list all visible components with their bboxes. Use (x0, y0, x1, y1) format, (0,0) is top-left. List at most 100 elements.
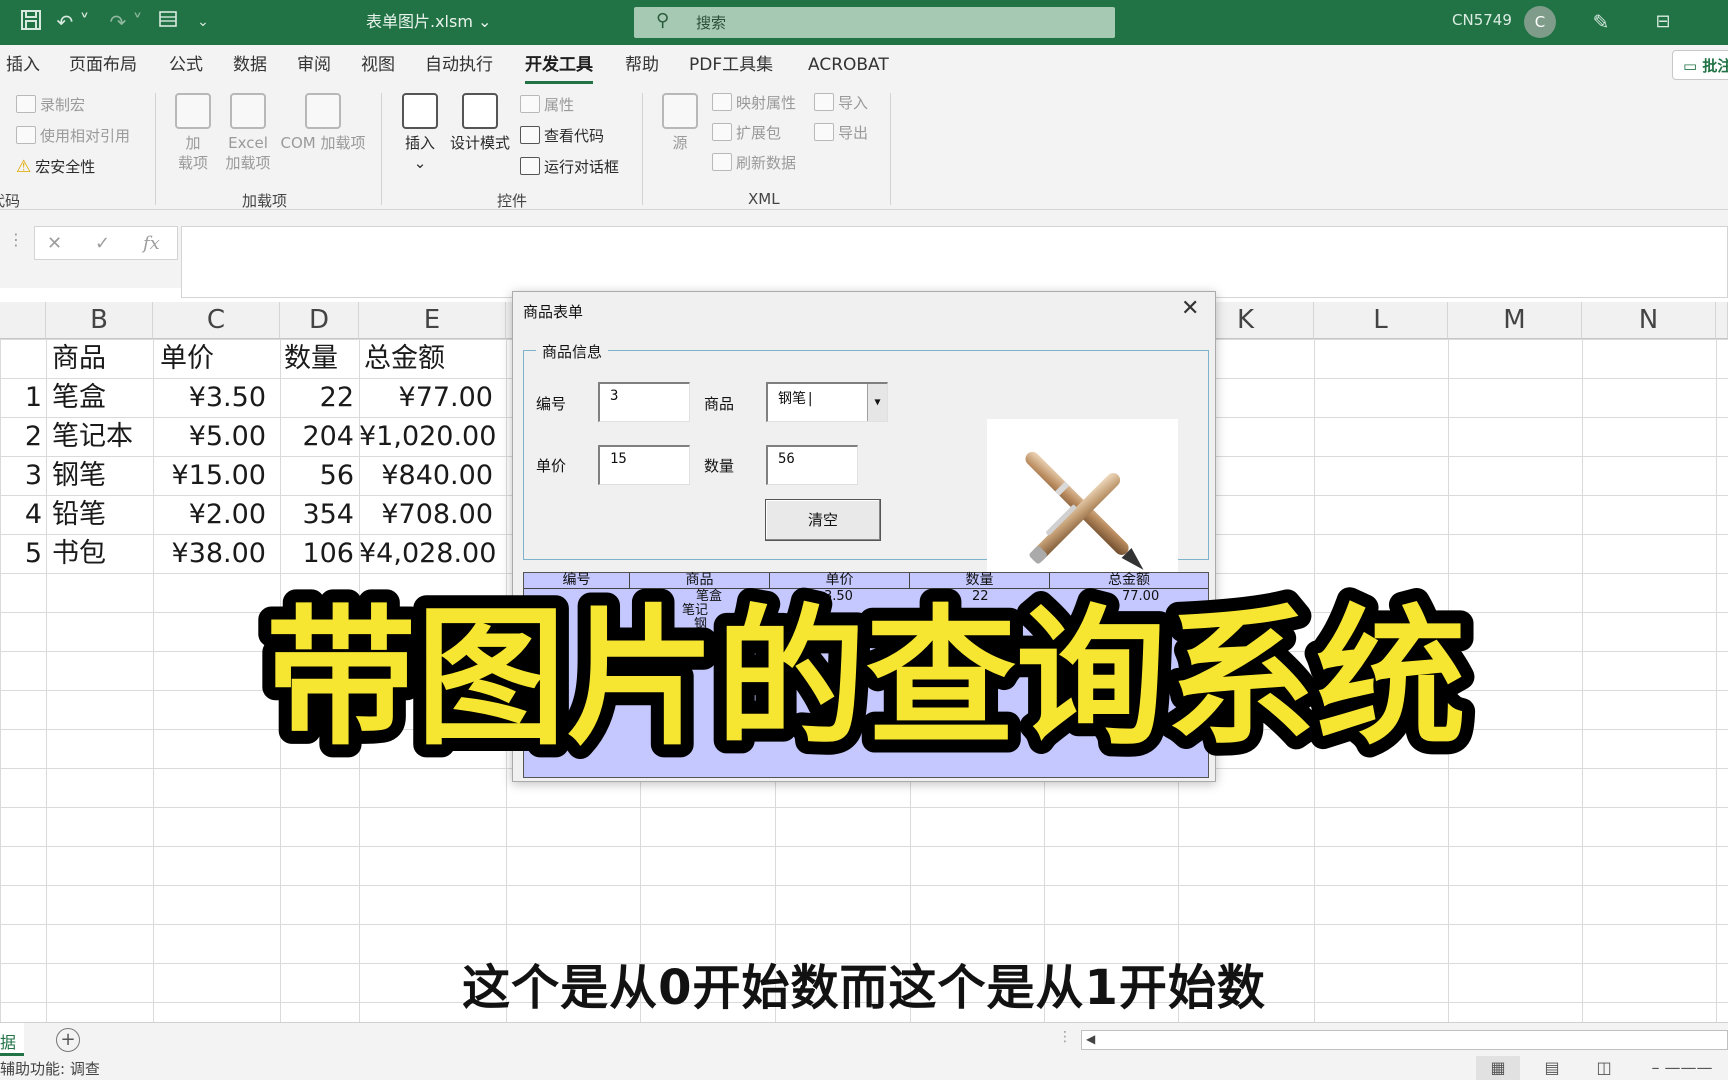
import-button[interactable]: 导入 (814, 93, 868, 113)
tab-formulas[interactable]: 公式 (169, 54, 203, 76)
view-code-button[interactable]: 查看代码 (520, 126, 604, 146)
addin-hexagon-icon (175, 93, 211, 129)
cell-product[interactable]: 铅笔 (52, 495, 106, 534)
cell-id[interactable]: 4 (0, 495, 42, 534)
column-header-l[interactable]: L (1314, 302, 1448, 339)
properties-button[interactable]: 属性 (520, 95, 574, 115)
cell-product[interactable]: 书包 (52, 534, 106, 573)
tab-pdf-tools[interactable]: PDF工具集 (689, 54, 773, 76)
cell-product[interactable]: 钢笔 (52, 456, 106, 495)
customize-quick-access-icon[interactable]: ⌄ (194, 9, 212, 35)
zoom-slider[interactable]: – ——— (1636, 1056, 1728, 1080)
cell-qty[interactable]: 56 (280, 456, 354, 495)
xml-source-button[interactable]: 源 (660, 93, 700, 153)
addins-button[interactable]: 加 载项 (172, 93, 214, 173)
formula-input[interactable] (181, 226, 1728, 298)
cell-price[interactable]: ¥3.50 (153, 378, 266, 417)
scroll-split-handle-icon[interactable]: ⋮ (1058, 1029, 1072, 1045)
price-textbox[interactable]: 15 (598, 445, 690, 485)
ribbon-display-icon[interactable]: ⊟ (1648, 9, 1678, 35)
com-addin-icon (305, 93, 341, 129)
cell-price[interactable]: ¥38.00 (153, 534, 266, 573)
cell-qty[interactable]: 22 (280, 378, 354, 417)
tab-developer[interactable]: 开发工具 (525, 54, 593, 84)
avatar[interactable]: C (1524, 6, 1556, 38)
tab-view[interactable]: 视图 (361, 54, 395, 76)
select-all-corner[interactable] (0, 302, 46, 339)
column-header-n[interactable]: N (1582, 302, 1716, 339)
accessibility-status[interactable]: 辅助功能: 调查 (0, 1058, 100, 1079)
sheet-tab-active[interactable]: 据 (0, 1023, 24, 1056)
refresh-data-button[interactable]: 刷新数据 (712, 153, 796, 173)
pen-icon[interactable]: ✎ (1586, 9, 1616, 35)
horizontal-scrollbar[interactable]: ◀ (1081, 1030, 1728, 1050)
cell-id[interactable]: 2 (0, 417, 42, 456)
comments-button[interactable]: ▭ 批注 (1672, 50, 1728, 80)
cell-qty[interactable]: 106 (280, 534, 354, 573)
search-box[interactable]: ⚲ 搜索 (634, 7, 1115, 38)
cell-product[interactable]: 笔盒 (52, 378, 106, 417)
design-mode-button[interactable]: 设计模式 (448, 93, 512, 153)
column-header-c[interactable]: C (153, 302, 280, 339)
insert-control-button[interactable]: 插入 ⌄ (396, 93, 444, 173)
column-header-o[interactable] (1716, 302, 1728, 339)
page-layout-view-icon[interactable]: ▤ (1530, 1056, 1574, 1080)
scroll-left-icon[interactable]: ◀ (1086, 1032, 1095, 1046)
tab-data[interactable]: 数据 (233, 54, 267, 76)
record-macro-button[interactable]: 录制宏 (16, 95, 85, 115)
cell-qty[interactable]: 354 (280, 495, 354, 534)
excel-addins-button[interactable]: Excel 加载项 (224, 93, 272, 173)
map-properties-button[interactable]: 映射属性 (712, 93, 796, 113)
clear-button[interactable]: 清空 (765, 499, 881, 541)
header-cell-total[interactable]: 总金额 (364, 339, 445, 378)
tab-acrobat[interactable]: ACROBAT (808, 54, 889, 76)
cell-price[interactable]: ¥5.00 (153, 417, 266, 456)
save-icon[interactable] (18, 9, 44, 35)
cell-total[interactable]: ¥840.00 (359, 456, 493, 495)
column-header-m[interactable]: M (1448, 302, 1582, 339)
cell-id[interactable]: 5 (0, 534, 42, 573)
add-sheet-icon[interactable]: + (56, 1028, 80, 1052)
undo-icon[interactable]: ↶ ˅ (56, 9, 90, 35)
cell-total[interactable]: ¥77.00 (359, 378, 493, 417)
id-textbox[interactable]: 3 (598, 382, 690, 422)
close-icon[interactable]: ✕ (1181, 296, 1199, 322)
cell-total[interactable]: ¥708.00 (359, 495, 493, 534)
cancel-icon[interactable]: ✕ (47, 233, 62, 254)
cell-id[interactable]: 3 (0, 456, 42, 495)
macro-security-button[interactable]: ⚠ 宏安全性 (16, 157, 95, 177)
normal-view-icon[interactable]: ▦ (1476, 1056, 1520, 1080)
qty-textbox[interactable]: 56 (766, 445, 858, 485)
header-cell-qty[interactable]: 数量 (284, 339, 338, 378)
cell-qty[interactable]: 204 (280, 417, 354, 456)
column-header-d[interactable]: D (280, 302, 359, 339)
cell-price[interactable]: ¥15.00 (153, 456, 266, 495)
expansion-packs-button[interactable]: 扩展包 (712, 123, 781, 143)
header-cell-product[interactable]: 商品 (52, 339, 106, 378)
product-combobox[interactable]: 钢笔| ▼ (766, 382, 888, 422)
file-name[interactable]: 表单图片.xlsm ⌄ (366, 10, 491, 34)
tab-insert[interactable]: 插入 (6, 54, 40, 76)
cell-product[interactable]: 笔记本 (52, 417, 133, 456)
com-addins-button[interactable]: COM 加载项 (276, 93, 370, 153)
insert-function-icon[interactable]: fx (143, 233, 160, 254)
relative-reference-button[interactable]: 使用相对引用 (16, 126, 130, 146)
tab-page-layout[interactable]: 页面布局 (69, 54, 137, 76)
export-button[interactable]: 导出 (814, 123, 868, 143)
form-icon[interactable] (156, 9, 180, 35)
cell-price[interactable]: ¥2.00 (153, 495, 266, 534)
tab-help[interactable]: 帮助 (625, 54, 659, 76)
page-break-view-icon[interactable]: ◫ (1582, 1056, 1626, 1080)
header-cell-price[interactable]: 单价 (160, 339, 214, 378)
dropdown-arrow-icon[interactable]: ▼ (867, 384, 887, 421)
run-dialog-button[interactable]: 运行对话框 (520, 157, 619, 177)
enter-icon[interactable]: ✓ (95, 233, 110, 254)
cell-total[interactable]: ¥4,028.00 (359, 534, 496, 573)
redo-icon[interactable]: ↷ ˅ (106, 9, 146, 35)
cell-id[interactable]: 1 (0, 378, 42, 417)
column-header-b[interactable]: B (46, 302, 153, 339)
cell-total[interactable]: ¥1,020.00 (359, 417, 496, 456)
column-header-e[interactable]: E (359, 302, 506, 339)
tab-automate[interactable]: 自动执行 (425, 54, 493, 76)
tab-review[interactable]: 审阅 (297, 54, 331, 76)
